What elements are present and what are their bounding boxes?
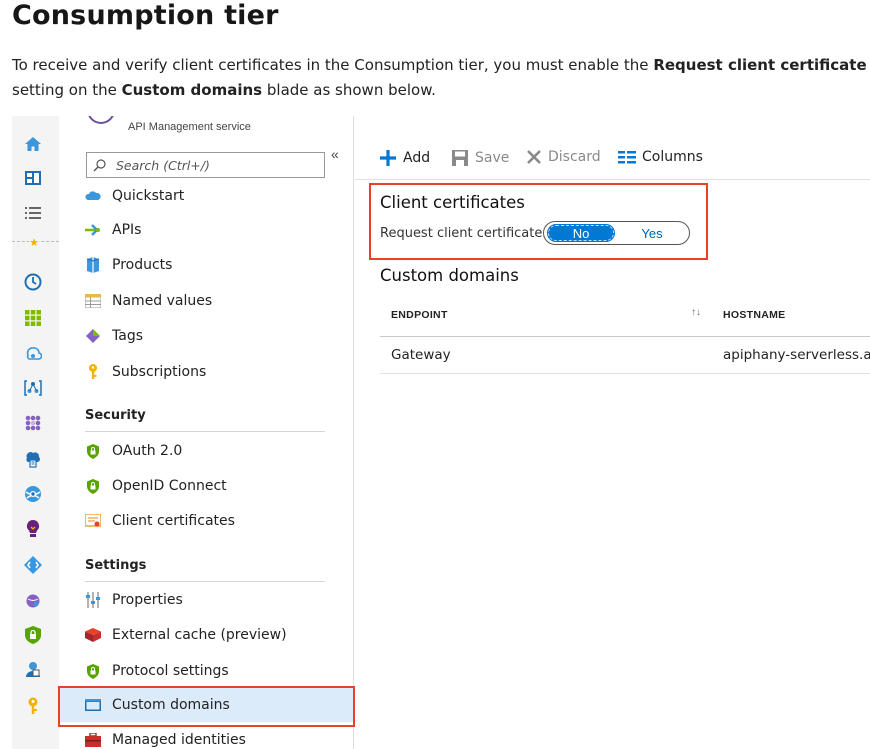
table-header-divider [380, 336, 870, 337]
menu-item-label: Named values [112, 293, 213, 309]
recent-clock-icon[interactable] [24, 273, 42, 291]
advisor-bulb-icon[interactable] [24, 520, 42, 538]
highlight-custom-domains [58, 686, 355, 727]
menu-item-label: Subscriptions [112, 364, 207, 380]
sort-icon[interactable]: ↑↓ [691, 307, 701, 318]
key-icon [85, 364, 101, 380]
menu-item-named-values[interactable]: Named values [59, 284, 353, 318]
page-title: Consumption tier [12, 0, 279, 31]
custom-domains-blade: Add Save Discard Columns Client certific… [355, 116, 870, 749]
section-settings-title: Settings [85, 558, 147, 573]
command-toolbar: Add Save Discard Columns [355, 140, 870, 180]
menu-search-input[interactable]: Search (Ctrl+/) [86, 152, 325, 178]
network-icon[interactable] [24, 379, 42, 397]
custom-domains-heading: Custom domains [380, 266, 519, 285]
close-icon [526, 149, 542, 165]
add-label: Add [403, 150, 431, 166]
table-icon [85, 293, 101, 309]
columns-icon [618, 150, 636, 164]
plus-icon [379, 149, 397, 167]
table-cell-hostname[interactable]: apiphany-serverless.az [723, 347, 870, 363]
section-security-title: Security [85, 408, 146, 423]
menu-item-label: Managed identities [112, 732, 246, 748]
service-subtitle: API Management service [128, 121, 251, 133]
section-divider [85, 581, 325, 582]
menu-item-label: Properties [112, 592, 183, 608]
menu-item-label: External cache (preview) [112, 627, 287, 643]
dashboard-icon[interactable] [24, 169, 42, 187]
intro-paragraph: To receive and verify client certificate… [12, 53, 868, 103]
menu-item-products[interactable]: Products [59, 248, 353, 282]
highlight-client-certificates [369, 183, 708, 260]
portal-screenshot: ★ API Management service « Search (Ctrl+… [12, 116, 870, 749]
save-button[interactable]: Save [451, 149, 509, 167]
menu-item-label: Quickstart [112, 188, 185, 204]
api-management-logo-icon [87, 116, 115, 124]
menu-item-label: Client certificates [112, 513, 235, 529]
home-icon[interactable] [24, 135, 42, 153]
menu-item-label: Tags [112, 328, 143, 344]
menu-item-label: OAuth 2.0 [112, 443, 183, 459]
search-placeholder: Search (Ctrl+/) [116, 157, 210, 173]
menu-item-external-cache[interactable]: External cache (preview) [59, 618, 353, 652]
resource-groups-icon[interactable] [24, 344, 42, 362]
menu-item-properties[interactable]: Properties [59, 583, 353, 617]
menu-item-subscriptions[interactable]: Subscriptions [59, 355, 353, 389]
table-row-divider [380, 373, 870, 374]
products-icon [85, 257, 101, 273]
menu-item-apis[interactable]: APIs [59, 213, 353, 247]
menu-item-protocol-settings[interactable]: Protocol settings [59, 654, 353, 688]
cloud-icon [85, 188, 101, 204]
api-arrow-icon [85, 222, 101, 238]
shield-lock-icon [85, 443, 101, 459]
tag-icon [85, 328, 101, 344]
devops-diamond-icon[interactable] [24, 556, 42, 574]
kubernetes-icon[interactable] [24, 414, 42, 432]
para-text: To receive and verify client certificate… [12, 56, 654, 74]
favorites-star-icon: ★ [29, 237, 39, 249]
security-center-shield-icon[interactable] [24, 626, 42, 644]
para-text: setting on the [12, 81, 122, 99]
add-button[interactable]: Add [379, 149, 430, 167]
properties-icon [85, 592, 101, 608]
resource-menu: API Management service « Search (Ctrl+/)… [59, 116, 354, 749]
menu-item-label: Protocol settings [112, 663, 229, 679]
menu-item-label: APIs [112, 222, 142, 238]
menu-item-quickstart[interactable]: Quickstart [59, 179, 353, 213]
monitor-globe-icon[interactable] [24, 592, 42, 610]
certificate-icon [85, 513, 101, 529]
discard-label: Discard [548, 149, 601, 165]
app-service-icon[interactable] [24, 485, 42, 503]
save-icon [451, 149, 469, 167]
para-bold-blade: Custom domains [121, 81, 263, 99]
global-nav-rail: ★ [12, 116, 59, 749]
column-header-endpoint[interactable]: ENDPOINT [391, 309, 448, 321]
cache-icon [85, 627, 101, 643]
search-icon [93, 158, 106, 171]
menu-item-openid[interactable]: OpenID Connect [59, 469, 353, 503]
all-resources-icon[interactable] [24, 309, 42, 327]
collapse-menu-button[interactable]: « [331, 146, 339, 162]
menu-item-tags[interactable]: Tags [59, 319, 353, 353]
shield-lock-icon [85, 478, 101, 494]
users-identity-icon[interactable] [24, 661, 42, 679]
menu-item-label: Products [112, 257, 173, 273]
column-header-hostname[interactable]: HOSTNAME [723, 309, 785, 321]
key-vault-icon[interactable] [24, 697, 42, 715]
all-services-icon[interactable] [24, 204, 42, 222]
cloud-storage-icon[interactable] [24, 450, 42, 468]
save-label: Save [475, 150, 510, 166]
section-divider [85, 431, 325, 432]
discard-button[interactable]: Discard [526, 149, 601, 165]
columns-button[interactable]: Columns [618, 149, 703, 165]
shield-lock-icon [85, 663, 101, 679]
para-bold-setting: Request client certificate [653, 56, 867, 74]
menu-item-label: OpenID Connect [112, 478, 227, 494]
toolbox-icon [85, 732, 101, 748]
columns-label: Columns [642, 149, 703, 165]
menu-item-oauth[interactable]: OAuth 2.0 [59, 434, 353, 468]
table-cell-endpoint[interactable]: Gateway [391, 347, 451, 363]
para-text: blade as shown below. [262, 81, 436, 99]
menu-item-client-certificates[interactable]: Client certificates [59, 504, 353, 538]
